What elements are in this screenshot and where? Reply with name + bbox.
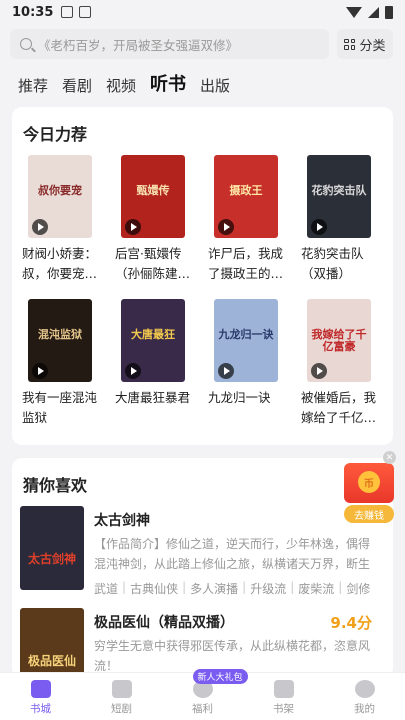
play-icon[interactable] bbox=[218, 219, 234, 235]
nav-label: 短剧 bbox=[111, 703, 132, 715]
close-icon[interactable]: ✕ bbox=[383, 451, 396, 464]
bottom-nav: 书城 短剧 福利 新人大礼包书架 我的 bbox=[0, 669, 405, 720]
play-icon[interactable] bbox=[125, 363, 141, 379]
guess-title: 猜你喜欢 bbox=[23, 476, 88, 495]
book-title: 大唐最狂暴君 bbox=[115, 390, 191, 405]
nav-badge: 新人大礼包 bbox=[192, 669, 248, 684]
grid-icon bbox=[344, 38, 356, 50]
tag-separator: | bbox=[338, 580, 343, 594]
category-label: 分类 bbox=[359, 38, 386, 54]
cover-text: 九龙归一诀 bbox=[218, 328, 274, 341]
book-title: 后宫·甄嬛传（孙俪陈建… bbox=[115, 246, 191, 281]
book-title: 诈尸后，我成了摄政王的… bbox=[208, 246, 284, 281]
book-cover[interactable]: 摄政王 bbox=[214, 155, 278, 238]
play-icon[interactable] bbox=[311, 363, 327, 379]
book-tag[interactable]: 升级流 bbox=[250, 580, 286, 597]
book-cover[interactable]: 叔你要宠 bbox=[28, 155, 92, 238]
cover-text: 混沌监狱 bbox=[38, 328, 82, 341]
book-cover[interactable]: 我嫁给了千亿富豪 bbox=[307, 299, 371, 382]
cover-text: 花豹突击队 bbox=[311, 184, 367, 197]
nav-profile[interactable]: 我的 bbox=[324, 673, 405, 720]
book-cover[interactable]: 花豹突击队 bbox=[307, 155, 371, 238]
nav-bookstore[interactable]: 书城 bbox=[0, 673, 81, 720]
tab-publish[interactable]: 出版 bbox=[200, 75, 230, 96]
tag-separator: | bbox=[122, 580, 127, 594]
book-name: 极品医仙（精品双播） bbox=[94, 615, 234, 631]
book-cover[interactable]: 混沌监狱 bbox=[28, 299, 92, 382]
book-tag[interactable]: 多人演播 bbox=[190, 580, 238, 597]
tag-separator: | bbox=[182, 580, 187, 594]
cover-text: 摄政王 bbox=[229, 184, 263, 197]
book-cover[interactable]: 九龙归一诀 bbox=[214, 299, 278, 382]
book-tag[interactable]: 废柴流 bbox=[298, 580, 334, 597]
guess-list-item[interactable]: 太古剑神 太古剑神 【作品简介】修仙之道，逆天而行，少年林逸，偶得混沌神剑，从此踏上… bbox=[20, 506, 390, 602]
tag-separator: | bbox=[290, 580, 295, 594]
book-title: 九龙归一诀 bbox=[208, 390, 271, 405]
earn-money-float[interactable]: 币 去赚钱 ✕ bbox=[344, 451, 396, 525]
coin-icon: 币 bbox=[358, 471, 380, 493]
nav-welfare[interactable]: 福利 新人大礼包 bbox=[162, 669, 248, 720]
status-bar: 10:35 bbox=[0, 0, 405, 24]
nav-label: 书城 bbox=[30, 703, 51, 715]
recommend-title: 今日力荐 bbox=[23, 125, 88, 144]
book-title: 财阀小娇妻：叔，你要宠… bbox=[22, 246, 98, 281]
tab-drama[interactable]: 看剧 bbox=[62, 75, 92, 96]
nav-label: 福利 bbox=[192, 703, 213, 715]
book-name: 太古剑神 bbox=[94, 513, 150, 529]
book-cover[interactable]: 太古剑神 bbox=[20, 506, 84, 590]
channel-tabs: 推荐 看剧 视频 听书 出版 bbox=[18, 72, 230, 96]
cover-text: 我嫁给了千亿富豪 bbox=[311, 328, 367, 354]
cover-text: 叔你要宠 bbox=[38, 184, 82, 197]
cover-text: 大唐最狂 bbox=[131, 328, 175, 341]
nav-label: 书架 bbox=[273, 703, 294, 715]
nav-label: 我的 bbox=[354, 703, 375, 715]
signal-icon bbox=[368, 6, 379, 18]
book-description: 【作品简介】修仙之道，逆天而行，少年林逸，偶得混沌神剑，从此踏上修仙之旅，纵横诸… bbox=[94, 537, 371, 571]
bookstore-icon bbox=[30, 680, 51, 698]
play-icon[interactable] bbox=[125, 219, 141, 235]
tab-video[interactable]: 视频 bbox=[106, 75, 136, 96]
short-drama-icon bbox=[111, 680, 132, 698]
nav-bookshelf[interactable]: 书架 bbox=[243, 673, 324, 720]
cover-text: 极品医仙 bbox=[27, 654, 76, 668]
book-tag[interactable]: 武道 bbox=[94, 580, 118, 597]
bookshelf-icon bbox=[273, 680, 294, 698]
category-button[interactable]: 分类 bbox=[337, 29, 393, 59]
tab-audiobook[interactable]: 听书 bbox=[150, 70, 186, 96]
earn-money-label: 去赚钱 bbox=[344, 505, 394, 523]
wifi-icon bbox=[346, 6, 362, 18]
app-notification-icon bbox=[79, 6, 92, 18]
battery-icon bbox=[385, 5, 393, 19]
play-icon[interactable] bbox=[218, 363, 234, 379]
profile-icon bbox=[354, 680, 375, 698]
book-tag[interactable]: 剑修 bbox=[346, 580, 370, 597]
book-tags: 武道 | 古典仙侠 | 多人演播 | 升级流 | 废柴流 | 剑修 bbox=[94, 580, 370, 597]
book-cover[interactable]: 甄嬛传 bbox=[121, 155, 185, 238]
tab-recommend[interactable]: 推荐 bbox=[18, 75, 48, 96]
search-icon bbox=[20, 38, 32, 50]
search-row: 《老朽百岁，开局被圣女强逼双修》 分类 bbox=[10, 29, 395, 59]
guess-card: 猜你喜欢 太古剑神 太古剑神 【作品简介】修仙之道，逆天而行，少年林逸，偶得混沌神剑… bbox=[12, 458, 393, 692]
search-input[interactable]: 《老朽百岁，开局被圣女强逼双修》 bbox=[10, 29, 329, 59]
book-title: 我有一座混沌监狱 bbox=[22, 390, 98, 425]
cover-text: 太古剑神 bbox=[27, 552, 76, 566]
recommend-card: 今日力荐 叔你要宠财阀小娇妻：叔，你要宠… 甄嬛传后宫·甄嬛传（孙俪陈建… 摄政王诈… bbox=[12, 107, 393, 445]
cover-text: 甄嬛传 bbox=[136, 184, 170, 197]
book-score: 9.4分 bbox=[330, 614, 372, 632]
nav-short-drama[interactable]: 短剧 bbox=[81, 673, 162, 720]
gallery-notification-icon bbox=[61, 6, 74, 18]
book-title: 被催婚后，我嫁给了千亿… bbox=[301, 390, 377, 425]
play-icon[interactable] bbox=[32, 219, 48, 235]
play-icon[interactable] bbox=[32, 363, 48, 379]
book-cover[interactable]: 大唐最狂 bbox=[121, 299, 185, 382]
status-time: 10:35 bbox=[12, 4, 54, 20]
book-tag[interactable]: 古典仙侠 bbox=[130, 580, 178, 597]
tag-separator: | bbox=[242, 580, 247, 594]
book-title: 花豹突击队（双播） bbox=[301, 246, 364, 281]
search-placeholder: 《老朽百岁，开局被圣女强逼双修》 bbox=[38, 37, 239, 53]
red-packet: 币 bbox=[344, 463, 394, 503]
play-icon[interactable] bbox=[311, 219, 327, 235]
